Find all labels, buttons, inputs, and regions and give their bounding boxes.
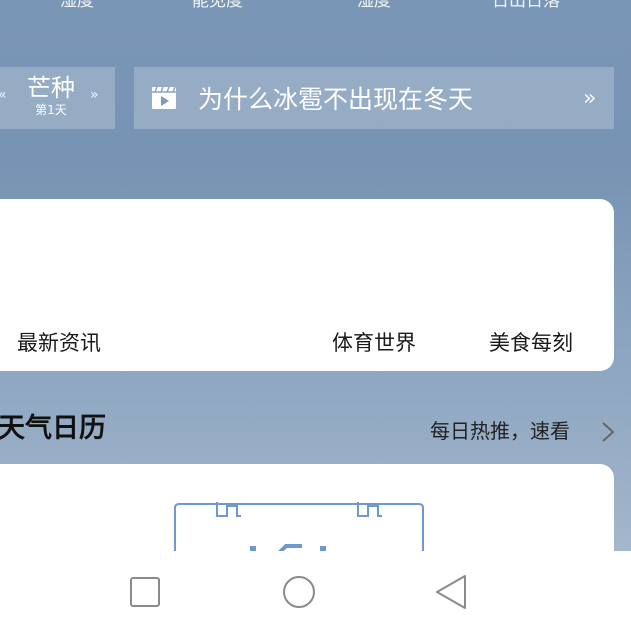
double-chevron-right-icon[interactable]: » [583,86,596,111]
recent-apps-icon[interactable] [125,573,165,613]
video-icon [152,86,176,109]
tab-latest-news[interactable]: 最新资讯 [17,329,101,357]
detail-labels-row: 湿度 能见度 湿度 日出日落 [0,0,631,11]
tab-sports-world[interactable]: 体育世界 [332,329,416,357]
detail-label: 湿度 [357,0,391,11]
detail-label: 湿度 [60,0,94,11]
solar-term-day: 第1天 [35,103,67,117]
chevron-right-icon: » [90,87,99,103]
daily-recommend-link[interactable]: 每日热推，速看 [430,418,570,444]
section-title: 天气日历 [0,413,106,444]
solar-term-name: 芒种 [27,74,75,102]
chevron-left-icon: « [0,87,7,103]
article-title[interactable]: 为什么冰雹不出现在冬天 [198,84,473,116]
back-icon[interactable] [432,573,472,613]
calendar-icon [174,502,424,551]
tab-food-moments[interactable]: 美食每刻 [489,329,573,357]
weather-app-screen: 湿度 能见度 湿度 日出日落 « » 芒种 第1天 为什么冰雹不出现在冬天 » … [0,0,631,551]
detail-label: 日出日落 [492,0,560,11]
home-icon[interactable] [279,573,319,613]
chevron-right-icon[interactable] [599,420,617,444]
detail-label: 能见度 [192,0,243,11]
